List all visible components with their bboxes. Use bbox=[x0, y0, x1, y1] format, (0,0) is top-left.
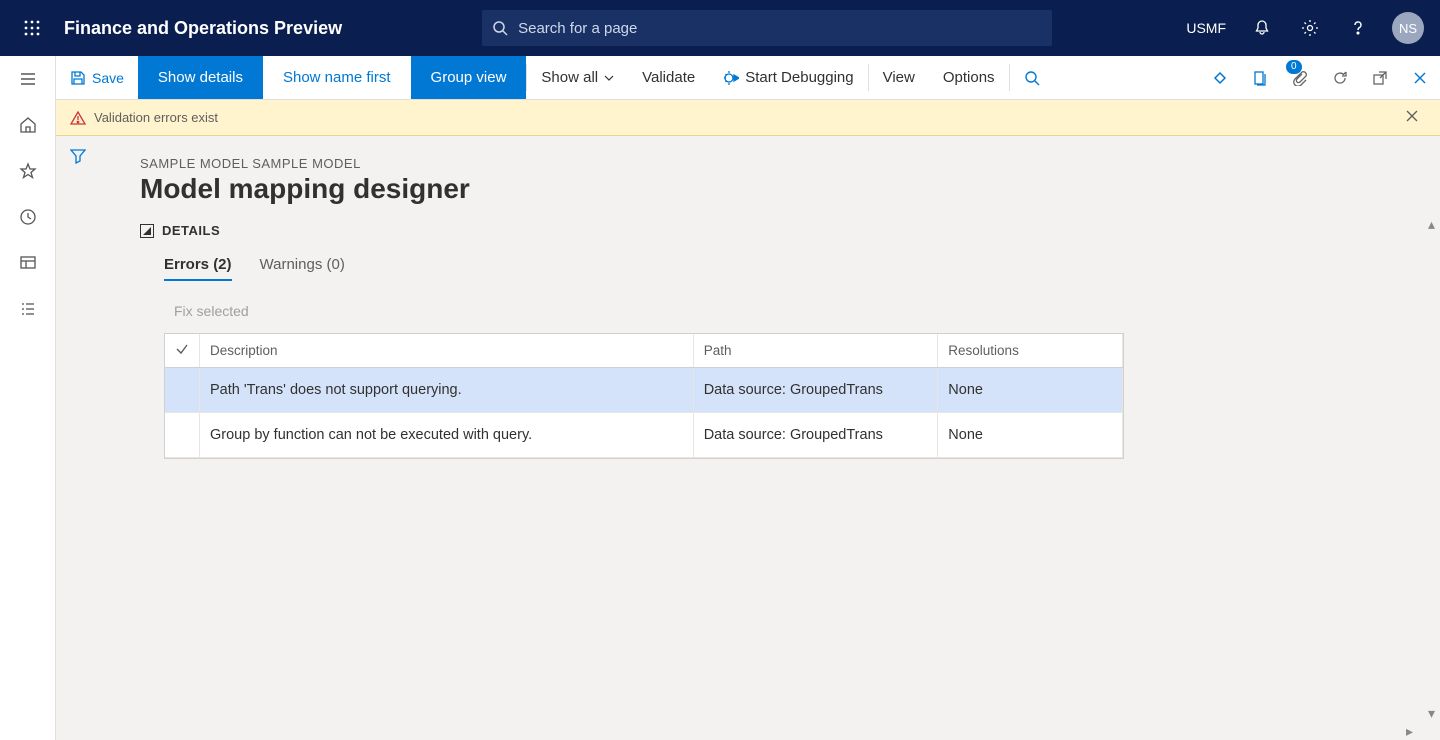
horizontal-scrollbar[interactable]: ▸ bbox=[56, 723, 1423, 740]
view-menu[interactable]: View bbox=[869, 56, 929, 99]
notifications-icon[interactable] bbox=[1240, 0, 1284, 56]
content-area: SAMPLE MODEL SAMPLE MODEL Model mapping … bbox=[56, 136, 1440, 740]
tab-show-name-first[interactable]: Show name first bbox=[263, 56, 411, 99]
show-all-dropdown[interactable]: Show all bbox=[527, 56, 628, 99]
settings-icon[interactable] bbox=[1288, 0, 1332, 56]
search-box[interactable] bbox=[482, 10, 1052, 46]
tab-warnings[interactable]: Warnings (0) bbox=[260, 256, 345, 281]
close-page-icon[interactable] bbox=[1400, 56, 1440, 100]
table-row[interactable]: Path 'Trans' does not support querying.D… bbox=[165, 368, 1123, 413]
tab-show-details[interactable]: Show details bbox=[138, 56, 263, 99]
row-resolutions: None bbox=[938, 413, 1123, 458]
top-nav: Finance and Operations Preview USMF NS bbox=[0, 0, 1440, 56]
breadcrumb: SAMPLE MODEL SAMPLE MODEL bbox=[140, 156, 1410, 171]
modules-icon[interactable] bbox=[0, 286, 56, 332]
message-bar: Validation errors exist bbox=[56, 100, 1440, 136]
popout-icon[interactable] bbox=[1360, 56, 1400, 100]
app-launcher-icon[interactable] bbox=[8, 0, 56, 56]
favorites-icon[interactable] bbox=[0, 148, 56, 194]
chevron-down-icon bbox=[604, 73, 614, 83]
left-rail bbox=[0, 56, 56, 740]
select-all-checkbox[interactable] bbox=[165, 334, 200, 368]
message-text: Validation errors exist bbox=[94, 110, 218, 125]
gear-play-icon bbox=[723, 70, 739, 86]
scroll-up-icon[interactable]: ▴ bbox=[1423, 216, 1440, 233]
row-resolutions: None bbox=[938, 368, 1123, 413]
company-picker[interactable]: USMF bbox=[1176, 0, 1236, 56]
hamburger-icon[interactable] bbox=[0, 56, 56, 102]
action-bar: Save Show details Show name first Group … bbox=[0, 56, 1440, 100]
fix-selected-button[interactable]: Fix selected bbox=[174, 303, 1410, 319]
message-close-icon[interactable] bbox=[1406, 110, 1426, 125]
validate-button[interactable]: Validate bbox=[628, 56, 709, 99]
workspaces-icon[interactable] bbox=[0, 240, 56, 286]
warning-icon bbox=[70, 110, 86, 126]
details-section-toggle[interactable]: DETAILS bbox=[140, 223, 1410, 238]
row-path: Data source: GroupedTrans bbox=[693, 413, 938, 458]
errors-grid: Description Path Resolutions Path 'Trans… bbox=[164, 333, 1124, 459]
table-row[interactable]: Group by function can not be executed wi… bbox=[165, 413, 1123, 458]
attachments-badge: 0 bbox=[1286, 60, 1302, 74]
row-description: Path 'Trans' does not support querying. bbox=[200, 368, 694, 413]
column-path[interactable]: Path bbox=[693, 334, 938, 368]
save-button[interactable]: Save bbox=[56, 56, 138, 99]
column-description[interactable]: Description bbox=[200, 334, 694, 368]
page-options-icon[interactable] bbox=[1240, 56, 1280, 100]
row-path: Data source: GroupedTrans bbox=[693, 368, 938, 413]
page-title: Model mapping designer bbox=[140, 173, 1410, 205]
app-title: Finance and Operations Preview bbox=[64, 18, 342, 39]
attachments-icon[interactable]: 0 bbox=[1280, 56, 1320, 100]
search-input[interactable] bbox=[518, 20, 1040, 37]
start-debugging-button[interactable]: Start Debugging bbox=[709, 56, 867, 99]
tab-group-view[interactable]: Group view bbox=[411, 56, 527, 99]
filter-pane-toggle[interactable] bbox=[56, 136, 100, 176]
vertical-scrollbar[interactable]: ▴ ▾ bbox=[1423, 216, 1440, 722]
personalize-icon[interactable] bbox=[1200, 56, 1240, 100]
help-icon[interactable] bbox=[1336, 0, 1380, 56]
details-tabs: Errors (2) Warnings (0) bbox=[164, 256, 1410, 281]
user-avatar[interactable]: NS bbox=[1384, 0, 1432, 56]
tab-errors[interactable]: Errors (2) bbox=[164, 256, 232, 281]
scroll-down-icon[interactable]: ▾ bbox=[1423, 705, 1440, 722]
search-icon bbox=[492, 20, 508, 36]
collapse-icon bbox=[140, 224, 154, 238]
refresh-icon[interactable] bbox=[1320, 56, 1360, 100]
column-resolutions[interactable]: Resolutions bbox=[938, 334, 1123, 368]
options-menu[interactable]: Options bbox=[929, 56, 1009, 99]
scroll-right-icon[interactable]: ▸ bbox=[1406, 723, 1423, 740]
find-button[interactable] bbox=[1010, 56, 1054, 99]
recent-icon[interactable] bbox=[0, 194, 56, 240]
row-checkbox[interactable] bbox=[165, 368, 200, 413]
row-description: Group by function can not be executed wi… bbox=[200, 413, 694, 458]
row-checkbox[interactable] bbox=[165, 413, 200, 458]
home-icon[interactable] bbox=[0, 102, 56, 148]
